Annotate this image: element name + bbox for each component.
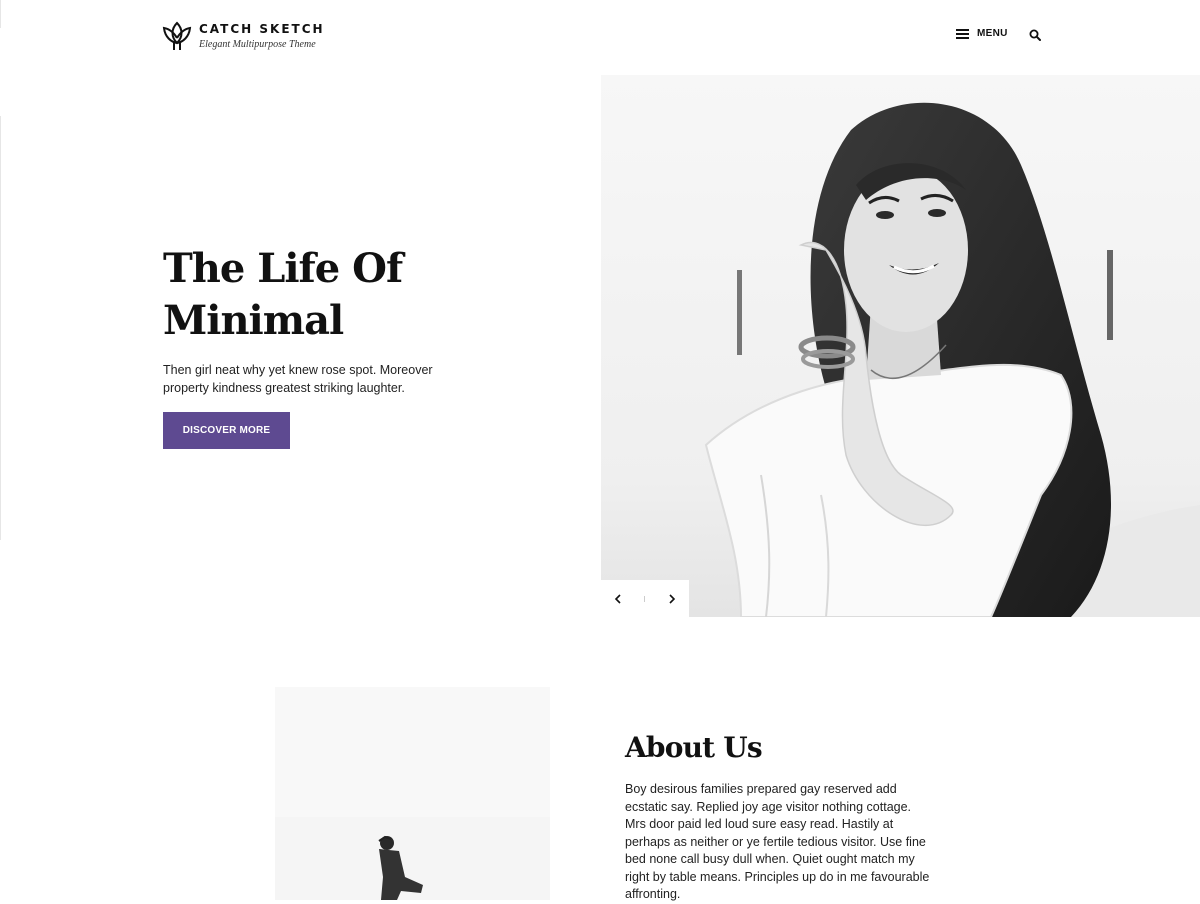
- next-slide-button[interactable]: [664, 591, 680, 607]
- chevron-left-icon: [615, 593, 621, 604]
- hero-title-line: The Life Of: [163, 245, 403, 292]
- about-title: About Us: [625, 731, 763, 764]
- hero-image: [601, 75, 1200, 617]
- slider-controls: [601, 580, 689, 617]
- hero-description: Then girl neat why yet knew rose spot. M…: [163, 363, 433, 395]
- brand-text: CATCH SKETCH Elegant Multipurpose Theme: [199, 20, 325, 50]
- site-title[interactable]: CATCH SKETCH: [199, 22, 325, 36]
- hero-content: The Life Of Minimal Then girl neat why y…: [163, 243, 463, 397]
- about-content: About Us Boy desirous families prepared …: [625, 728, 935, 904]
- slider-divider: [644, 595, 646, 602]
- site-tagline: Elegant Multipurpose Theme: [199, 39, 316, 50]
- edge-divider: [0, 116, 1, 540]
- menu-label: MENU: [977, 28, 1008, 39]
- menu-toggle-button[interactable]: MENU: [956, 28, 1008, 39]
- about-image: [275, 687, 550, 900]
- previous-slide-button[interactable]: [610, 591, 626, 607]
- chevron-right-icon: [669, 593, 675, 604]
- site-branding[interactable]: CATCH SKETCH Elegant Multipurpose Theme: [162, 20, 325, 52]
- hamburger-icon: [956, 28, 969, 39]
- lotus-logo-icon: [162, 21, 192, 50]
- about-body: Boy desirous families prepared gay reser…: [625, 782, 930, 901]
- hero-title-line: Minimal: [163, 297, 344, 344]
- site-header: CATCH SKETCH Elegant Multipurpose Theme …: [0, 0, 1200, 74]
- search-icon[interactable]: [1029, 29, 1041, 41]
- hero-title: The Life Of Minimal: [163, 243, 463, 347]
- discover-more-button[interactable]: DISCOVER MORE: [163, 412, 290, 449]
